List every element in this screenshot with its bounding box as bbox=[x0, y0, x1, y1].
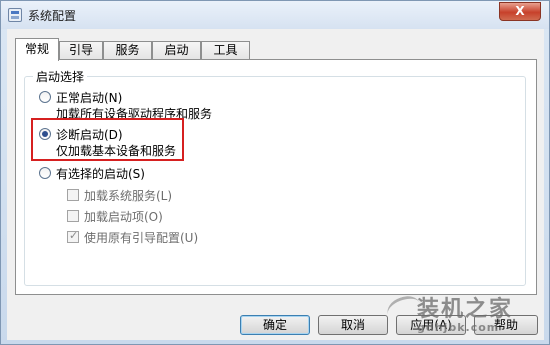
diagnostic-startup-highlight bbox=[31, 118, 184, 161]
general-tab-panel: 启动选择 正常启动(N) 加载所有设备驱动程序和服务 诊断启动(D) 仅加载基本… bbox=[15, 59, 537, 295]
window-title: 系统配置 bbox=[28, 9, 77, 23]
load-startup-items-checkbox[interactable] bbox=[67, 210, 79, 222]
tab-services[interactable]: 服务 bbox=[103, 41, 152, 60]
system-config-window: 系统配置 X 常规 引导 服务 启动 工具 启动选择 正常启动(N) 加载所有设… bbox=[0, 0, 550, 345]
ok-button[interactable]: 确定 bbox=[240, 315, 310, 335]
use-original-boot-config-checkbox[interactable] bbox=[67, 229, 79, 243]
watermark-text: 装机之家 bbox=[417, 297, 514, 322]
load-startup-items-label: 加载启动项(O) bbox=[84, 210, 163, 224]
startup-selection-label: 启动选择 bbox=[33, 68, 88, 85]
use-original-boot-config-label: 使用原有引导配置(U) bbox=[84, 231, 199, 245]
cancel-button[interactable]: 取消 bbox=[318, 315, 388, 335]
tab-general[interactable]: 常规 bbox=[15, 38, 59, 61]
title-bar[interactable]: 系统配置 X bbox=[1, 1, 549, 29]
normal-startup-radio[interactable] bbox=[39, 91, 51, 103]
tab-startup[interactable]: 启动 bbox=[152, 41, 201, 60]
close-button[interactable]: X bbox=[499, 2, 541, 21]
load-system-services-checkbox[interactable] bbox=[67, 189, 79, 201]
load-system-services-label: 加载系统服务(L) bbox=[84, 189, 173, 203]
normal-startup-label[interactable]: 正常启动(N) bbox=[56, 89, 122, 106]
tab-tools[interactable]: 工具 bbox=[201, 41, 250, 60]
site-watermark: 装机之家 gdhjbk.com bbox=[383, 291, 514, 334]
tab-boot[interactable]: 引导 bbox=[59, 41, 103, 60]
system-config-icon bbox=[8, 8, 22, 22]
watermark-url: gdhjbk.com bbox=[417, 321, 500, 334]
selective-startup-radio[interactable] bbox=[39, 167, 51, 179]
selective-startup-label[interactable]: 有选择的启动(S) bbox=[56, 165, 145, 182]
